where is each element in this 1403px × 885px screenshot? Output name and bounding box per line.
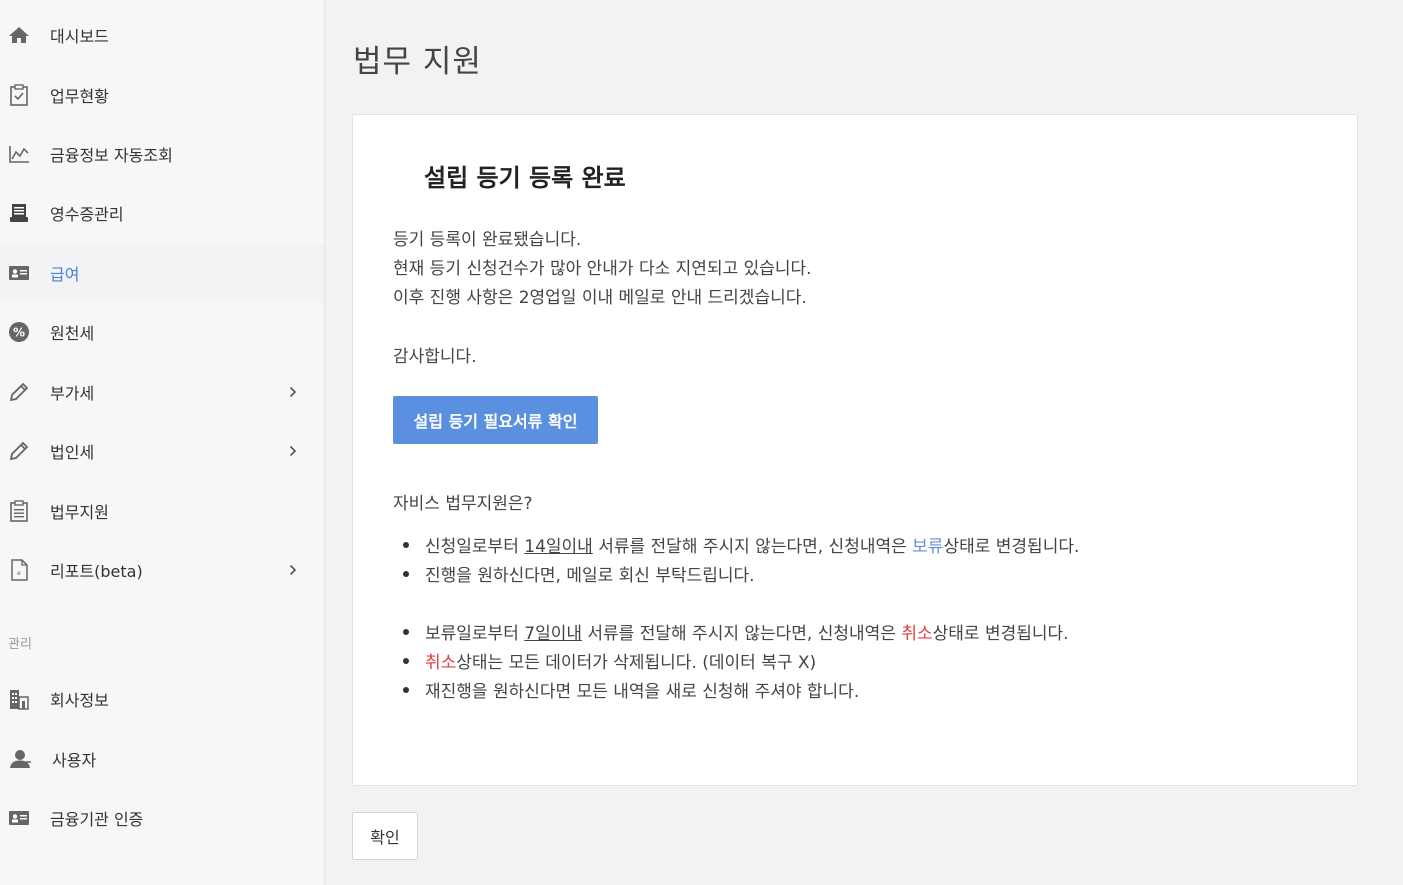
bullet-dot [403,570,409,577]
sidebar-item-label: 급여 [50,264,80,284]
sidebar-item-legal-support[interactable]: 법무지원 [0,481,324,540]
home-icon [7,23,31,47]
id-card-icon [7,806,31,830]
sidebar-item-bank-auth[interactable]: 금융기관 인증 [0,788,324,847]
sidebar-item-label: 대시보드 [50,26,109,46]
bullet-dot [403,686,409,693]
sidebar-item-receipts[interactable]: 영수증관리 [0,183,324,242]
hold-status-text: 보류 [912,537,944,557]
chevron-right-icon [286,384,300,400]
user-icon [9,747,33,771]
pencil-icon [7,380,31,404]
report-icon: e [7,558,31,582]
chevron-right-icon [286,562,300,578]
chevron-right-icon [286,443,300,459]
sidebar: 대시보드 업무현황 금융정보 자동조회 영수증관리 급여 % 원천세 부가세 법… [0,0,325,885]
cancel-status-text: 취소 [425,653,457,673]
page-title: 법무 지원 [353,44,482,80]
sidebar-section-manage: 관리 [8,637,32,652]
sidebar-item-label: 리포트(beta) [50,561,143,581]
pencil-icon [7,439,31,463]
list-item: 신청일로부터 14일이내 서류를 전달해 주시지 않는다면, 신청내역은 보류상… [403,532,1079,557]
svg-text:e: e [17,570,21,577]
card-title: 설립 등기 등록 완료 [424,164,626,192]
bullet-text: 신청일로부터 14일이내 서류를 전달해 주시지 않는다면, 신청내역은 보류상… [425,537,1080,557]
sidebar-item-users[interactable]: 사용자 [0,729,324,788]
bullet-dot [403,628,409,635]
id-card-icon [7,261,31,285]
sidebar-item-withholding-tax[interactable]: % 원천세 [0,302,324,361]
sidebar-item-report[interactable]: e 리포트(beta) [0,540,324,599]
sidebar-item-label: 영수증관리 [50,204,124,224]
sidebar-item-label: 부가세 [50,383,95,403]
clipboard-check-icon [7,83,31,107]
sidebar-item-dashboard[interactable]: 대시보드 [0,5,324,64]
message-line: 이후 진행 사항은 2영업일 이내 메일로 안내 드리겠습니다. [393,288,807,308]
sidebar-item-label: 업무현황 [50,86,109,106]
sidebar-item-label: 금융정보 자동조회 [50,145,173,165]
sidebar-item-label: 법인세 [50,442,95,462]
sidebar-item-label: 법무지원 [50,502,109,522]
clipboard-icon [7,499,31,523]
check-documents-button[interactable]: 설립 등기 필요서류 확인 [393,396,598,444]
bullet-text: 진행을 원하신다면, 메일로 회신 부탁드립니다. [425,566,755,586]
sidebar-item-label: 금융기관 인증 [50,809,144,829]
sidebar-item-company-info[interactable]: 회사정보 [0,669,324,728]
message-line: 현재 등기 신청건수가 많아 안내가 다소 지연되고 있습니다. [393,259,812,279]
list-item: 진행을 원하신다면, 메일로 회신 부탁드립니다. [403,561,755,586]
list-item: 보류일로부터 7일이내 서류를 전달해 주시지 않는다면, 신청내역은 취소상태… [403,619,1069,644]
bullet-dot [403,657,409,664]
bullet-text: 보류일로부터 7일이내 서류를 전달해 주시지 않는다면, 신청내역은 취소상태… [425,624,1069,644]
sidebar-item-corporate-tax[interactable]: 법인세 [0,421,324,480]
list-item: 재진행을 원하신다면 모든 내역을 새로 신청해 주셔야 합니다. [403,677,859,702]
building-icon [7,687,31,711]
thanks-text: 감사합니다. [393,347,477,367]
completion-card: 설립 등기 등록 완료 등기 등록이 완료됐습니다. 현재 등기 신청건수가 많… [352,114,1358,786]
sidebar-item-vat[interactable]: 부가세 [0,362,324,421]
confirm-button[interactable]: 확인 [352,812,418,860]
list-item: 취소상태는 모든 데이터가 삭제됩니다. (데이터 복구 X) [403,648,816,673]
svg-text:%: % [13,325,25,339]
receipt-icon [7,201,31,225]
sidebar-item-label: 사용자 [52,750,97,770]
info-heading: 자비스 법무지원은? [393,494,533,514]
message-line: 등기 등록이 완료됐습니다. [393,230,582,250]
sidebar-item-label: 회사정보 [50,690,109,710]
sidebar-item-finance-auto[interactable]: 금융정보 자동조회 [0,124,324,183]
percent-icon: % [7,320,31,344]
bullet-text: 취소상태는 모든 데이터가 삭제됩니다. (데이터 복구 X) [425,653,817,673]
sidebar-item-label: 원천세 [50,323,95,343]
sidebar-item-payroll[interactable]: 급여 [0,243,324,302]
cancel-status-text: 취소 [901,624,933,644]
bullet-dot [403,541,409,548]
bullet-text: 재진행을 원하신다면 모든 내역을 새로 신청해 주셔야 합니다. [425,682,860,702]
sidebar-item-work-status[interactable]: 업무현황 [0,65,324,124]
line-chart-icon [7,142,31,166]
